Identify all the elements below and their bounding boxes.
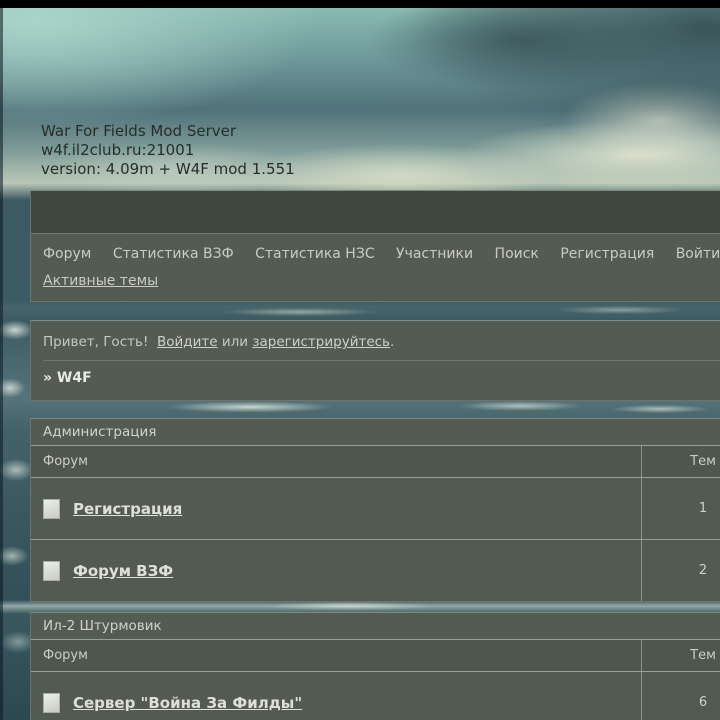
section-il2-sturmovik: Ил-2 Штурмовик Форум Тем Сервер "Война З… (30, 612, 720, 720)
breadcrumb-arrow-icon: » (43, 370, 52, 386)
greeting-period: . (390, 334, 394, 350)
table-header-row: Форум Тем (31, 640, 720, 672)
left-edge-shadow (0, 0, 3, 720)
section-title: Ил-2 Штурмовик (31, 613, 720, 640)
topics-count: 2 (641, 540, 720, 601)
table-row: Регистрация 1 (31, 478, 720, 540)
nav-banner-strip (31, 191, 720, 234)
forum-status-icon (43, 693, 60, 713)
forum-status-icon (43, 561, 60, 581)
login-link[interactable]: Войдите (157, 334, 218, 350)
active-topics-row: Активные темы (31, 262, 720, 289)
greeting-line: Привет, Гость! Войдите или зарегистрируй… (31, 321, 720, 350)
forum-status-icon (43, 499, 60, 519)
nav-item-forum[interactable]: Форум (43, 246, 91, 262)
forum-page: War For Fields Mod Server w4f.il2club.ru… (0, 0, 720, 720)
column-header-topics: Тем (641, 640, 720, 671)
top-black-bar (0, 0, 720, 8)
table-row: Сервер "Война За Филды" 6 (31, 672, 720, 720)
forum-link-registration[interactable]: Регистрация (73, 500, 182, 518)
nav-item-login[interactable]: Войти (676, 246, 720, 262)
nav-item-register[interactable]: Регистрация (560, 246, 654, 262)
table-row: Форум ВЗФ 2 (31, 540, 720, 601)
site-version: version: 4.09m + W4F mod 1.551 (41, 160, 295, 179)
nav-item-stats-vzf[interactable]: Статистика ВЗФ (113, 246, 234, 262)
greeting-text: Привет, Гость! (43, 334, 148, 350)
topics-count: 6 (641, 672, 720, 720)
greeting-panel: Привет, Гость! Войдите или зарегистрируй… (30, 320, 720, 401)
column-header-forum: Форум (31, 640, 641, 671)
page-column: Форум Статистика ВЗФ Статистика НЗС Учас… (30, 190, 720, 720)
nav-item-members[interactable]: Участники (396, 246, 473, 262)
nav-panel: Форум Статистика ВЗФ Статистика НЗС Учас… (30, 190, 720, 302)
section-administration: Администрация Форум Тем Регистрация 1 Фо… (30, 418, 720, 602)
register-link[interactable]: зарегистрируйтесь (252, 334, 390, 350)
greeting-or: или (222, 334, 248, 350)
column-header-forum: Форум (31, 446, 641, 477)
main-nav: Форум Статистика ВЗФ Статистика НЗС Учас… (31, 234, 720, 262)
site-address: w4f.il2club.ru:21001 (41, 141, 295, 160)
breadcrumb: » W4F (31, 361, 720, 386)
forum-link-server-w4f[interactable]: Сервер "Война За Филды" (73, 694, 302, 712)
nav-item-stats-nzs[interactable]: Статистика НЗС (255, 246, 374, 262)
topics-count: 1 (641, 478, 720, 539)
forum-link-vzf[interactable]: Форум ВЗФ (73, 562, 173, 580)
active-topics-link[interactable]: Активные темы (43, 273, 158, 289)
site-title: War For Fields Mod Server (41, 122, 295, 141)
column-header-topics: Тем (641, 446, 720, 477)
nav-item-search[interactable]: Поиск (495, 246, 539, 262)
site-header: War For Fields Mod Server w4f.il2club.ru… (41, 122, 295, 179)
table-header-row: Форум Тем (31, 446, 720, 478)
breadcrumb-label: W4F (57, 370, 92, 386)
section-title: Администрация (31, 419, 720, 446)
